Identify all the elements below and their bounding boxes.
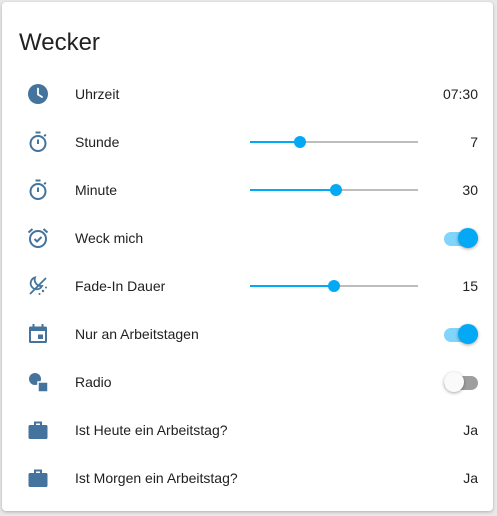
slider-thumb[interactable] <box>329 184 342 196</box>
clock-icon <box>26 82 50 106</box>
weck-mich-toggle[interactable] <box>444 228 478 248</box>
row-weck-mich: Weck mich <box>2 214 493 262</box>
toggle-knob <box>458 228 478 248</box>
briefcase-icon <box>26 418 50 442</box>
fade-in-slider[interactable] <box>250 280 418 292</box>
alarm-check-icon <box>26 226 50 250</box>
timer-icon <box>26 178 50 202</box>
weather-night-partly-icon <box>26 274 50 298</box>
row-minute: Minute 30 <box>2 166 493 214</box>
slider-fill <box>250 285 334 287</box>
radio-toggle[interactable] <box>444 372 478 392</box>
row-ist-morgen-arbeitstag[interactable]: Ist Morgen ein Arbeitstag? Ja <box>2 454 493 502</box>
slider-fill <box>250 189 336 191</box>
row-label: Minute <box>75 182 118 198</box>
row-value: 7 <box>470 134 478 150</box>
slider-thumb[interactable] <box>294 136 307 148</box>
row-label: Fade-In Dauer <box>75 278 166 294</box>
row-label: Ist Morgen ein Arbeitstag? <box>75 470 238 486</box>
row-radio: Radio <box>2 358 493 406</box>
stunde-slider[interactable] <box>250 136 418 148</box>
row-label: Nur an Arbeitstagen <box>75 326 199 342</box>
timer-icon <box>26 130 50 154</box>
card-title: Wecker <box>19 29 100 56</box>
calendar-icon <box>26 322 50 346</box>
row-uhrzeit[interactable]: Uhrzeit 07:30 <box>2 70 493 118</box>
slider-fill <box>250 141 301 143</box>
row-fade-in-dauer: Fade-In Dauer 15 <box>2 262 493 310</box>
row-ist-heute-arbeitstag[interactable]: Ist Heute ein Arbeitstag? Ja <box>2 406 493 454</box>
row-label: Ist Heute ein Arbeitstag? <box>75 422 228 438</box>
shapes-icon <box>26 370 50 394</box>
row-label: Weck mich <box>75 230 144 246</box>
row-value: 15 <box>462 278 478 294</box>
toggle-knob <box>458 324 478 344</box>
row-value: Ja <box>463 422 478 438</box>
row-label: Radio <box>75 374 112 390</box>
minute-slider[interactable] <box>250 184 418 196</box>
row-value: Ja <box>463 470 478 486</box>
row-value: 30 <box>462 182 478 198</box>
row-label: Stunde <box>75 134 120 150</box>
slider-thumb[interactable] <box>328 280 340 292</box>
row-stunde: Stunde 7 <box>2 118 493 166</box>
row-value: 07:30 <box>442 86 478 102</box>
row-nur-an-arbeitstagen: Nur an Arbeitstagen <box>2 310 493 358</box>
briefcase-icon <box>26 466 50 490</box>
toggle-knob <box>444 372 464 392</box>
wecker-card: Wecker Uhrzeit 07:30 Stunde 7 Minute 30 <box>2 2 493 511</box>
row-label: Uhrzeit <box>75 86 120 102</box>
arbeitstage-toggle[interactable] <box>444 324 478 344</box>
